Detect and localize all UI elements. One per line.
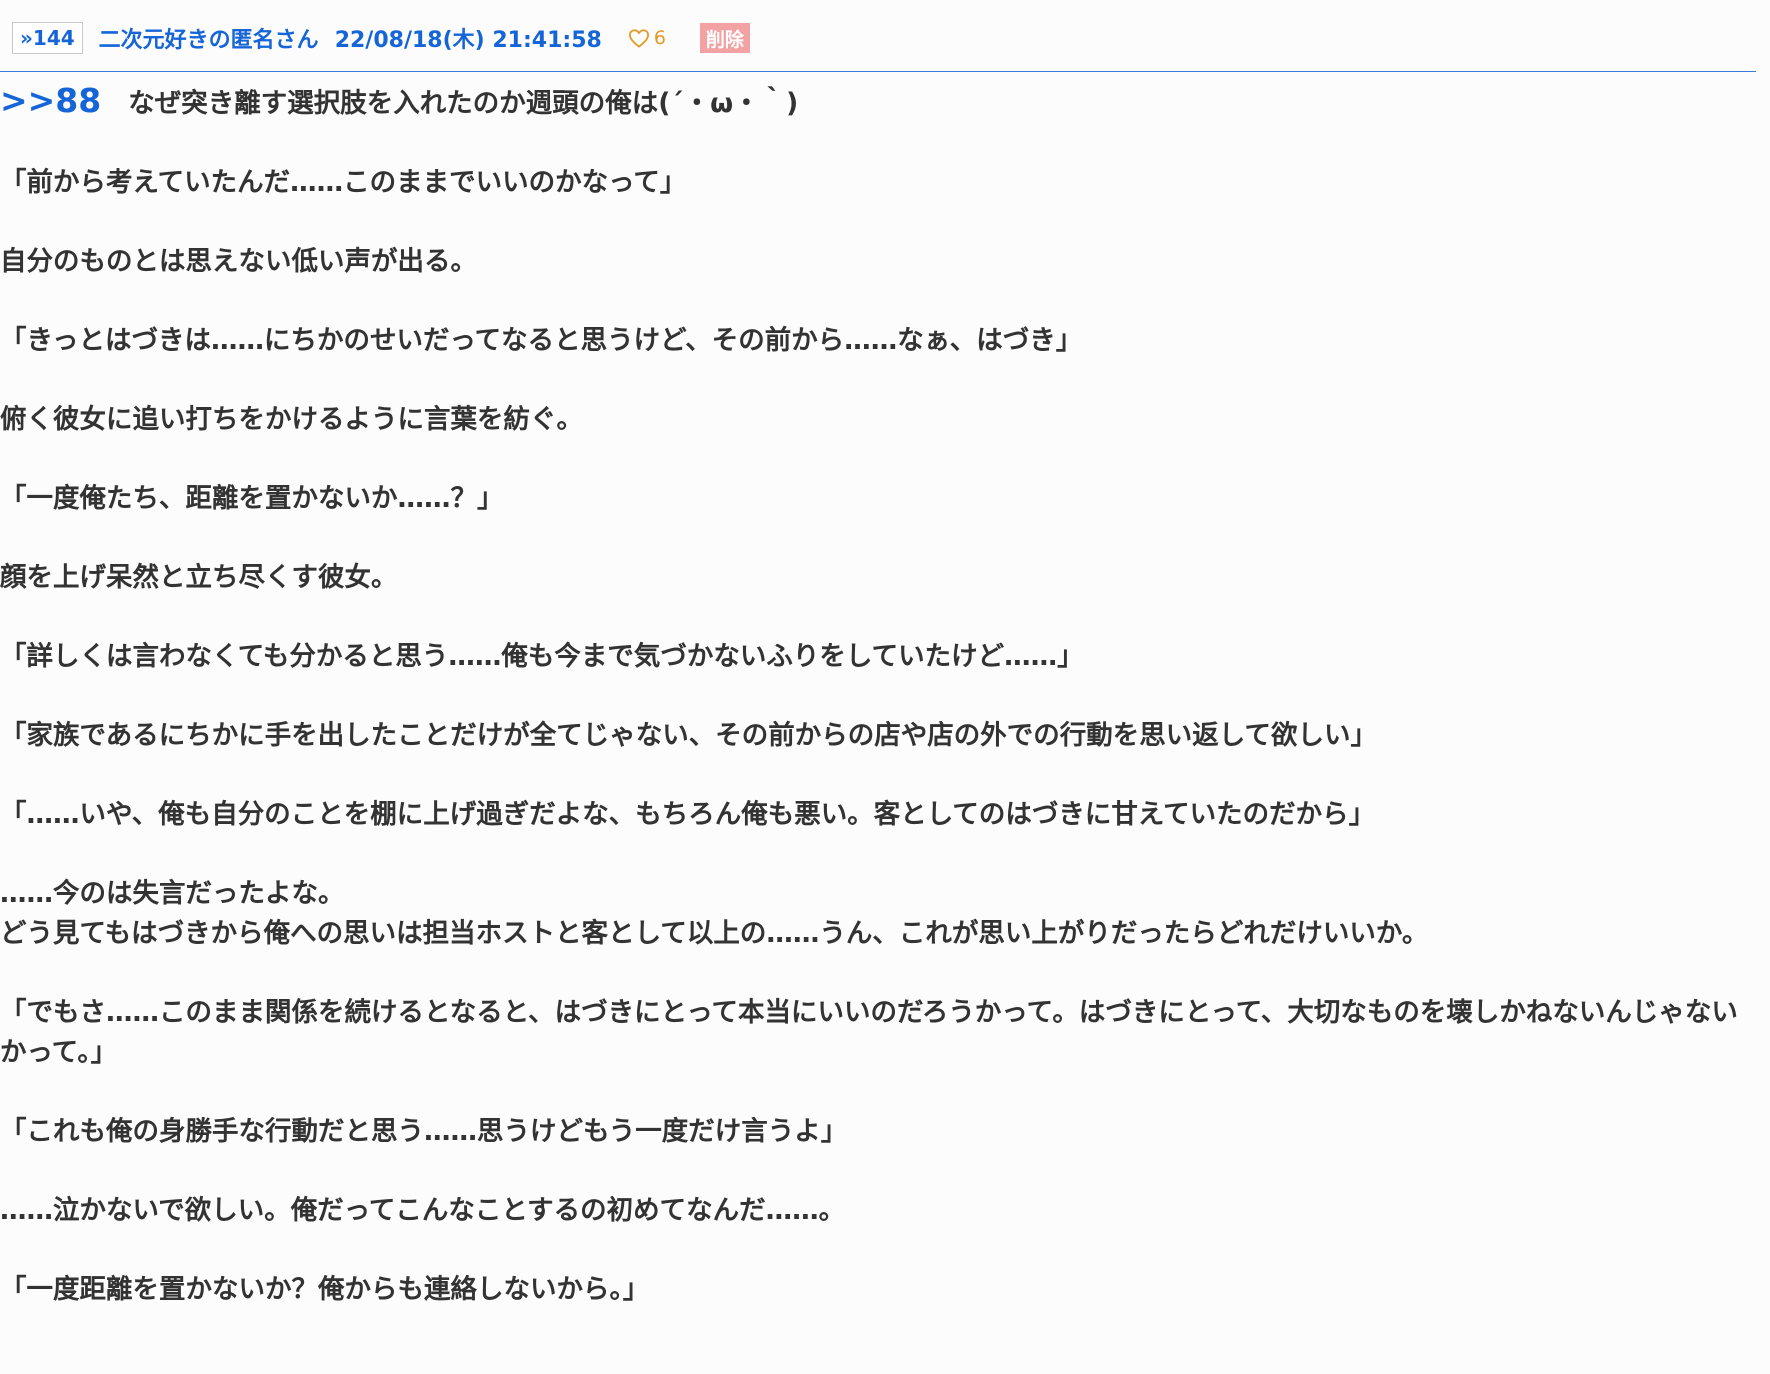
reply-line: >>88 なぜ突き離す選択肢を入れたのか週頭の俺は(´・ω・｀) [0, 81, 1756, 124]
post-paragraph: 顔を上げ呆然と立ち尽くす彼女。 [0, 562, 398, 593]
post-date: 22/08/18(木) 21:41:58 [334, 28, 602, 53]
post-paragraph: どう見てもはづきから俺への思いは担当ホストと客として以上の……うん、これが思い上… [0, 918, 1429, 949]
post-body: >>88 なぜ突き離す選択肢を入れたのか週頭の俺は(´・ω・｀) 「前から考えてい… [0, 81, 1756, 1349]
like-button[interactable]: 6 [628, 27, 666, 49]
post-paragraph: 「きっとはづきは……にちかのせいだってなると思うけど、その前から……なぁ、はづき… [0, 325, 1083, 356]
post-paragraph: 「でもさ……このまま関係を続けるとなると、はづきにとって本当にいいのだろうかって… [0, 997, 1738, 1068]
like-count: 6 [653, 27, 666, 49]
poster-name: 二次元好きの匿名さん [98, 28, 319, 53]
post-paragraph: ……今のは失言だったよな。 [0, 878, 345, 909]
reply-text: なぜ突き離す選択肢を入れたのか週頭の俺は(´・ω・｀) [128, 88, 799, 119]
post-paragraph: 「詳しくは言わなくても分かると思う……俺も今まで気づかないふりをしていたけど……… [0, 641, 1084, 672]
heart-outline-icon [628, 28, 650, 48]
post-paragraph: 「……いや、俺も自分のことを棚に上げ過ぎだよな、もちろん俺も悪い。客としてのはづ… [0, 799, 1376, 830]
res-number-link[interactable]: »144 [12, 22, 83, 54]
post-paragraph: ……泣かないで欲しい。俺だってこんなことするの初めてなんだ……。 [0, 1195, 846, 1226]
post-paragraph: 自分のものとは思えない低い声が出る。 [0, 246, 477, 277]
post-paragraph: 「これも俺の身勝手な行動だと思う……思うけどもう一度だけ言うよ」 [0, 1116, 848, 1147]
post-divider [0, 71, 1756, 72]
post-paragraph: 俯く彼女に追い打ちをかけるように言葉を紡ぐ。 [0, 404, 583, 435]
post-header: »144 二次元好きの匿名さん 22/08/18(木) 21:41:58 6 削… [12, 22, 750, 54]
post-paragraph: 「前から考えていたんだ……このままでいいのかなって」 [0, 167, 687, 198]
post-paragraph: 「一度距離を置かないか？俺からも連絡しないから。」 [0, 1274, 650, 1305]
delete-button[interactable]: 削除 [699, 23, 750, 53]
post-paragraph: 「一度俺たち、距離を置かないか……？」 [0, 483, 504, 514]
post-paragraph: 「家族であるにちかに手を出したことだけが全てじゃない、その前からの店や店の外での… [0, 720, 1377, 751]
reply-anchor-link[interactable]: >>88 [0, 81, 101, 120]
